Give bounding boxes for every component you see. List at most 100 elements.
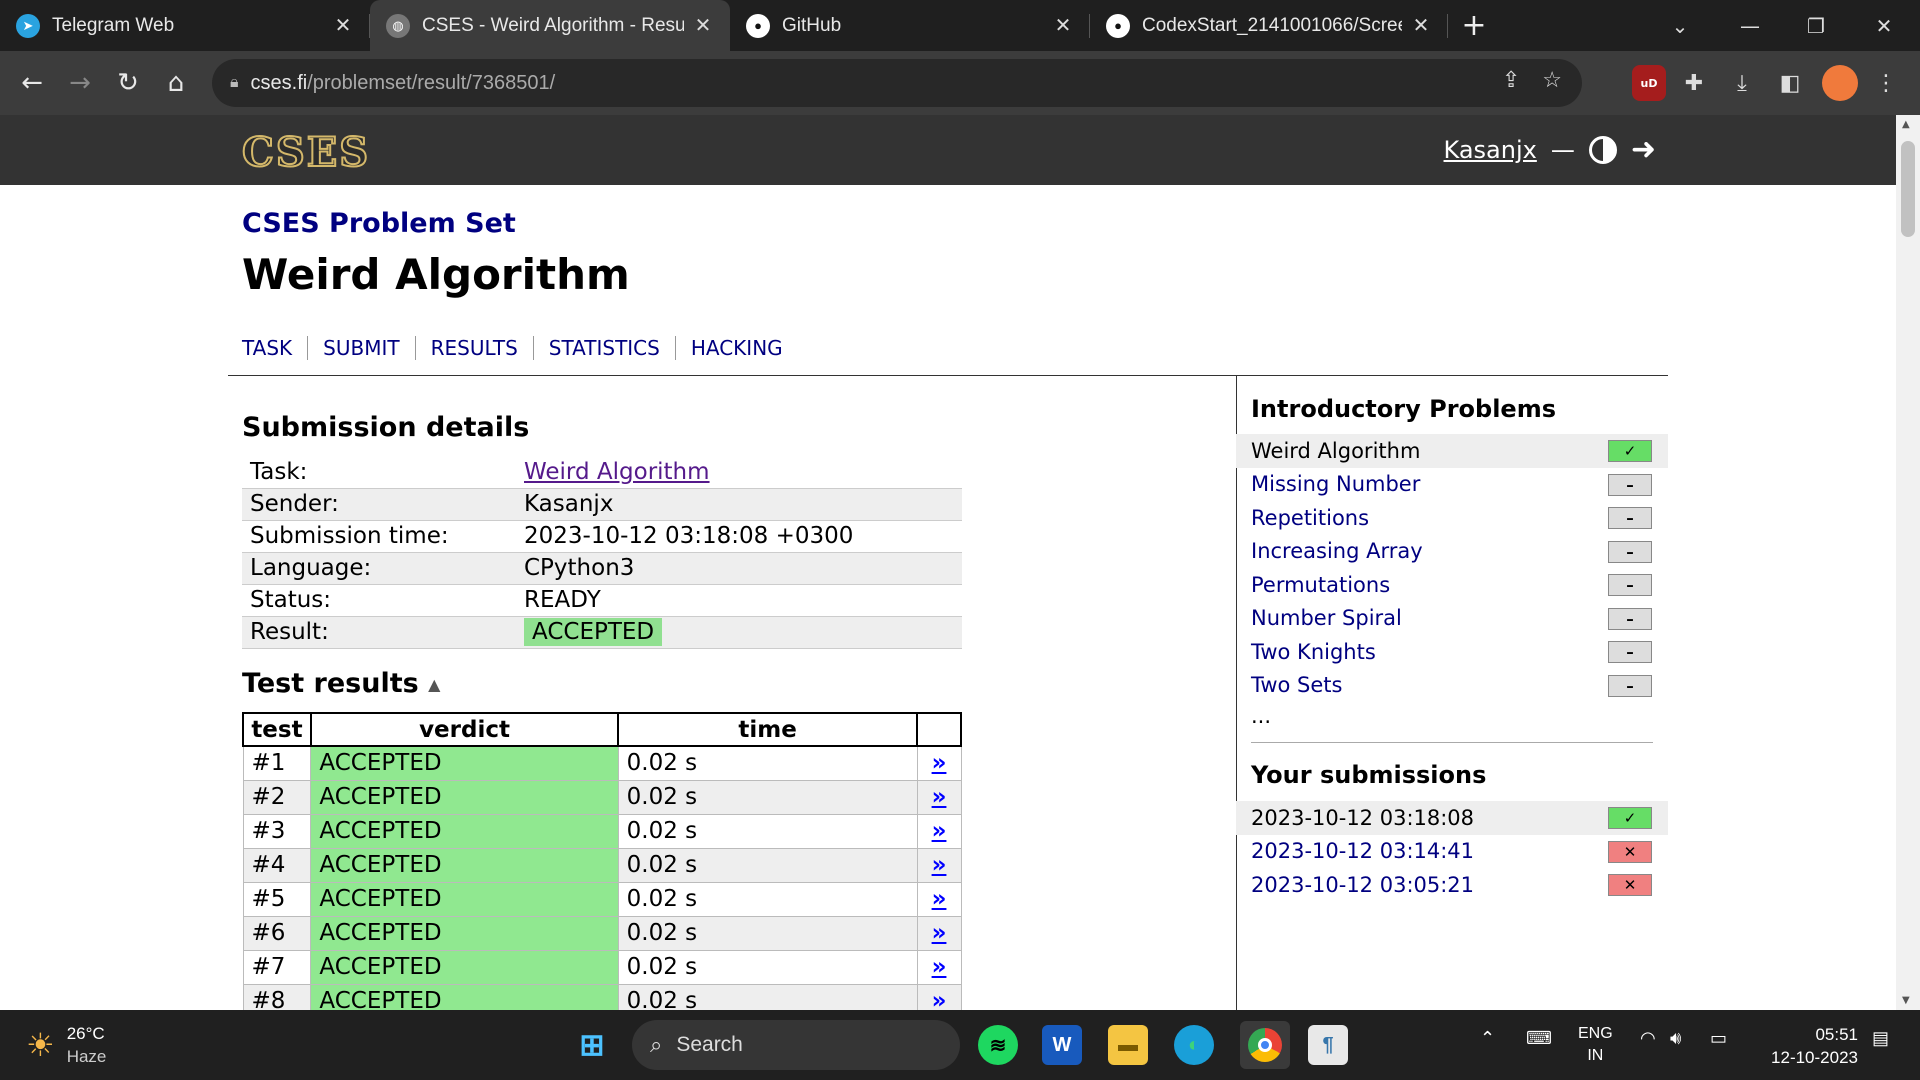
details-row: Result: ACCEPTED [242,616,962,649]
restore-button[interactable]: ❐ [1786,0,1846,51]
python-file-icon[interactable]: ¶ [1308,1025,1348,1065]
sidebar-problem-item[interactable]: Permutations – [1236,568,1668,602]
new-tab-button[interactable]: + [1448,0,1500,51]
notifications-icon[interactable]: ▤ [1872,1028,1889,1049]
home-icon[interactable]: ⌂ [152,59,200,107]
test-verdict: ACCEPTED [310,745,619,781]
tray-overflow-icon[interactable]: ⌃ [1480,1028,1495,1049]
submission-details-heading: Submission details [242,412,530,443]
site-header: CSES Kasanjx — ➜ [0,115,1896,185]
test-details-link[interactable]: » [916,813,962,849]
test-details-link[interactable]: » [916,915,962,951]
chrome-taskbar-button[interactable] [1240,1021,1290,1069]
problem-status-icon: – [1608,641,1652,663]
nav-submit[interactable]: SUBMIT [307,336,414,360]
download-icon[interactable]: ⤓ [1724,65,1760,101]
sidebar-problem-item[interactable]: Two Knights – [1236,635,1668,669]
menu-dots-icon[interactable]: ⋮ [1868,65,1904,101]
windows-taskbar: ☀ 26°C Haze ⊞ ⌕ Search ≋ W ▬ ◐ ¶ ⌃ ⌨ ENG… [0,1010,1920,1080]
test-details-link[interactable]: » [916,881,962,917]
nav-hacking[interactable]: HACKING [674,336,798,360]
bookmark-star-icon[interactable]: ☆ [1542,67,1562,93]
test-id: #2 [242,779,312,815]
sort-up-icon[interactable]: ▲ [428,675,440,694]
chrome-icon [1248,1028,1282,1062]
wifi-icon[interactable]: ◠ [1640,1028,1656,1049]
scroll-thumb[interactable] [1901,141,1915,237]
side-panel-icon[interactable]: ◧ [1772,65,1808,101]
tab-search-icon[interactable]: ⌄ [1650,0,1710,51]
test-verdict: ACCEPTED [310,779,619,815]
taskbar-clock[interactable]: 05:51 12-10-2023 [1771,1023,1858,1069]
sidebar-problem-item[interactable]: Number Spiral – [1236,602,1668,636]
page-scrollbar[interactable]: ▲ ▼ [1896,115,1920,1010]
username-link[interactable]: Kasanjx [1444,136,1537,164]
sidebar-submission-item[interactable]: 2023-10-12 03:14:41 ✕ [1236,835,1668,869]
tab-codexstart[interactable]: ● CodexStart_2141001066/Screens ✕ [1090,0,1448,51]
sidebar-problem-item[interactable]: Increasing Array – [1236,535,1668,569]
close-tab-icon[interactable]: ✕ [1052,13,1074,38]
test-details-link[interactable]: » [916,847,962,883]
test-row: #2 ACCEPTED 0.02 s» [242,779,962,815]
problem-status-icon: – [1608,574,1652,596]
user-box: Kasanjx — ➜ [1443,132,1656,167]
tab-telegram[interactable]: ➤ Telegram Web ✕ [0,0,370,51]
battery-icon[interactable]: ▭ [1710,1028,1727,1049]
sidebar-separator [1251,742,1653,743]
minimize-button[interactable]: — [1720,0,1780,51]
close-tab-icon[interactable]: ✕ [332,13,354,38]
test-id: #1 [242,745,312,781]
details-row: Task: Weird Algorithm [242,456,962,489]
forward-icon[interactable]: → [56,59,104,107]
volume-icon[interactable]: 🔊︎ [1670,1028,1681,1049]
nav-results[interactable]: RESULTS [414,336,533,360]
close-window-button[interactable]: ✕ [1854,0,1914,51]
problem-status-icon: – [1608,473,1652,496]
back-icon[interactable]: ← [8,59,56,107]
weather-widget[interactable]: ☀ 26°C Haze [26,1022,106,1068]
scroll-down-icon[interactable]: ▼ [1902,995,1910,1006]
task-link[interactable]: Weird Algorithm [524,459,710,485]
close-tab-icon[interactable]: ✕ [1410,13,1432,38]
nav-task[interactable]: TASK [242,336,307,360]
contrast-toggle-icon[interactable] [1588,135,1617,164]
sidebar-problem-item[interactable]: Two Sets – [1236,669,1668,703]
logout-icon[interactable]: ➜ [1631,132,1656,167]
test-details-link[interactable]: » [916,949,962,985]
profile-avatar[interactable] [1822,65,1858,101]
close-tab-icon[interactable]: ✕ [692,13,714,38]
spotify-icon[interactable]: ≋ [978,1025,1018,1065]
problemset-title[interactable]: CSES Problem Set [242,208,516,239]
submission-list: 2023-10-12 03:18:08 ✓ 2023-10-12 03:14:41 ✕… [1236,801,1668,902]
windows-start-icon[interactable]: ⊞ [572,1025,612,1065]
url-bar[interactable]: 🔒︎ cses.fi/problemset/result/7368501/ ⇪ … [212,59,1582,107]
submission-status-icon: ✕ [1608,874,1652,896]
test-id: #5 [242,881,312,917]
file-explorer-icon[interactable]: ▬ [1108,1025,1148,1065]
tab-github[interactable]: ● GitHub ✕ [730,0,1090,51]
taskbar-search[interactable]: ⌕ Search [632,1020,960,1070]
tab-cses-results[interactable]: ◍ CSES - Weird Algorithm - Results ✕ [370,0,730,51]
sidebar-submission-item[interactable]: 2023-10-12 03:05:21 ✕ [1236,868,1668,902]
sidebar-problem-item[interactable]: Missing Number – [1236,468,1668,502]
test-details-link[interactable]: » [916,779,962,815]
sidebar-problem-item: Weird Algorithm ✓ [1236,434,1668,468]
sidebar-problem-item[interactable]: Repetitions – [1236,501,1668,535]
test-id: #6 [242,915,312,951]
nav-statistics[interactable]: STATISTICS [532,336,675,360]
details-row: Sender: Kasanjx [242,488,962,521]
extensions-icon[interactable]: ✚ [1676,65,1712,101]
ublock-icon[interactable]: uD [1632,65,1666,101]
problem-status-icon: – [1608,674,1652,697]
edge-icon[interactable]: ◐ [1174,1025,1214,1065]
word-icon[interactable]: W [1042,1025,1082,1065]
test-results-heading[interactable]: Test results ▲ [242,668,440,699]
result-badge: ACCEPTED [524,618,663,646]
share-icon[interactable]: ⇪ [1502,67,1520,93]
keyboard-icon[interactable]: ⌨ [1526,1028,1552,1049]
test-details-link[interactable]: » [916,745,962,781]
scroll-up-icon[interactable]: ▲ [1902,119,1910,130]
language-indicator[interactable]: ENG IN [1578,1023,1613,1067]
reload-icon[interactable]: ↻ [104,59,152,107]
cses-logo[interactable]: CSES [241,128,370,177]
